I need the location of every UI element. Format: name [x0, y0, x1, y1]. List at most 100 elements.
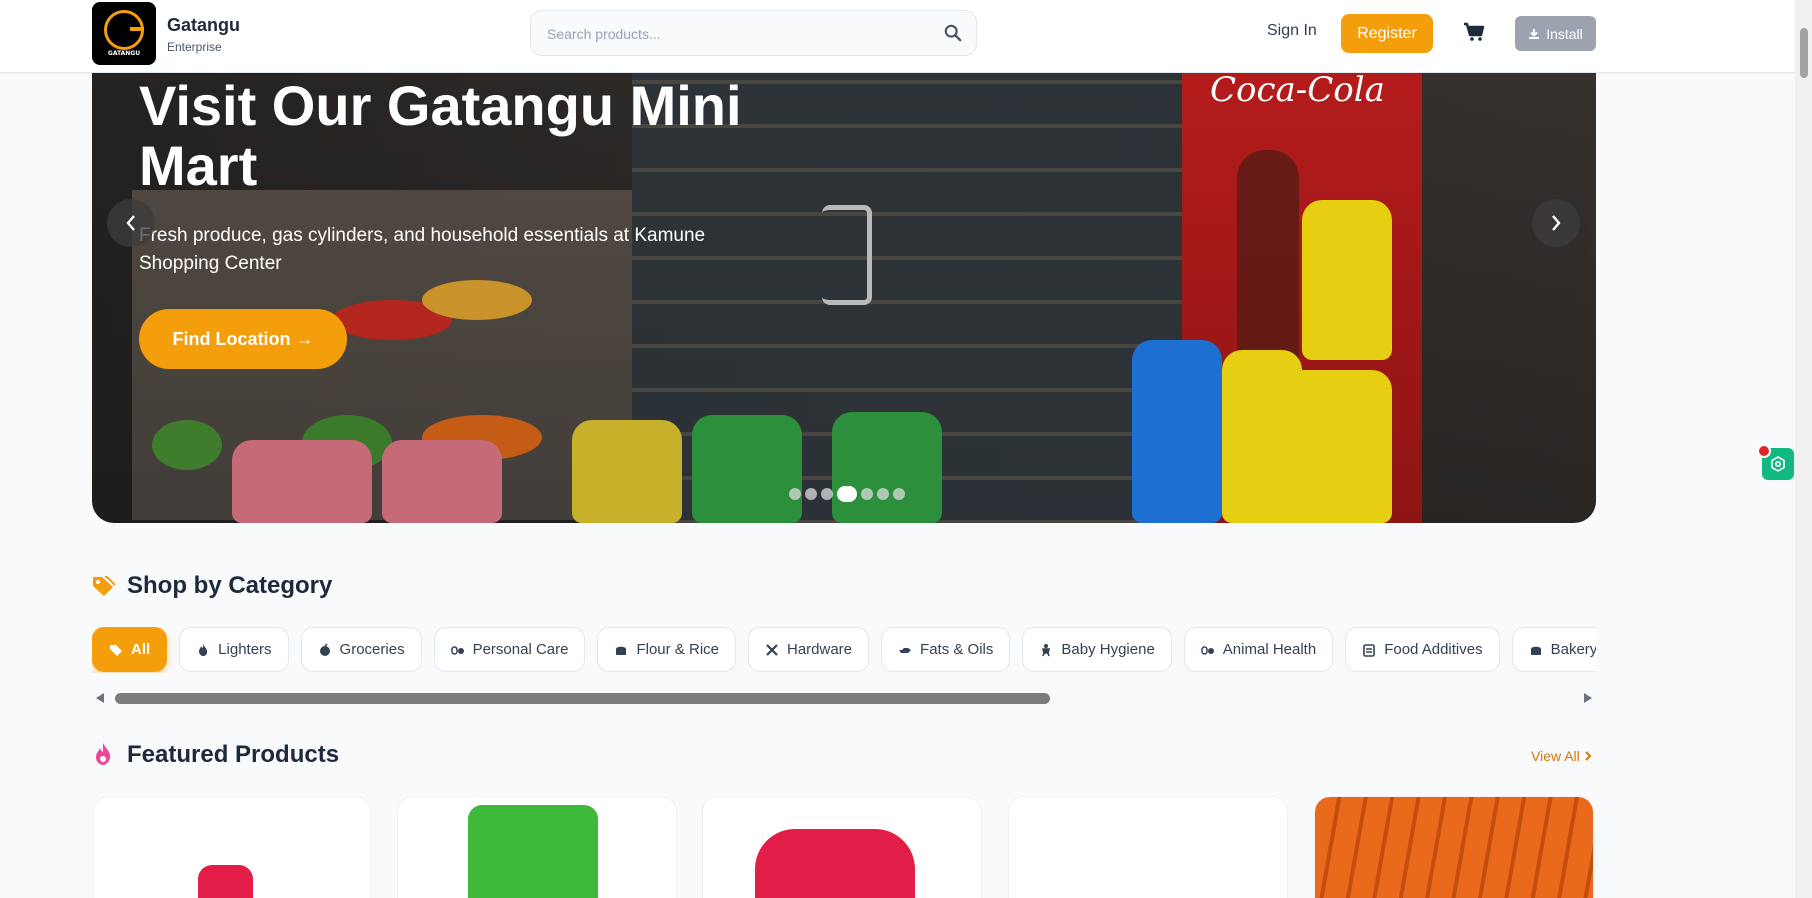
gas-cylinder-image — [1132, 340, 1222, 523]
watermelon-image — [152, 420, 222, 470]
page-scrollbar[interactable] — [1795, 0, 1812, 898]
top-header: GATANGU Gatangu Enterprise Sign In Regis… — [0, 0, 1795, 73]
product-card[interactable] — [92, 796, 372, 898]
category-chip-label: Flour & Rice — [636, 641, 719, 658]
fridge-handle-image — [822, 205, 872, 305]
download-icon — [1529, 28, 1540, 39]
gas-cylinder-image — [1302, 200, 1392, 360]
category-chip-label: Bakery — [1550, 641, 1596, 658]
product-image — [755, 829, 915, 898]
chevron-right-icon — [1585, 751, 1592, 761]
page-scroll-thumb[interactable] — [1800, 28, 1808, 78]
product-card[interactable] — [397, 796, 677, 898]
gas-cylinder-image — [572, 420, 682, 523]
carousel-dot[interactable] — [805, 488, 817, 500]
fire-icon — [199, 643, 208, 656]
sign-in-link[interactable]: Sign In — [1267, 22, 1317, 40]
gas-cylinder-image — [232, 440, 372, 523]
category-scrollbar[interactable] — [92, 690, 1596, 706]
carousel-dot[interactable] — [877, 488, 889, 500]
category-chip-label: Personal Care — [472, 641, 569, 658]
category-chip-all[interactable]: All — [92, 627, 168, 672]
search-input[interactable] — [547, 23, 927, 45]
category-chip[interactable]: Animal Health — [1183, 627, 1334, 672]
clipboard-icon — [1363, 643, 1375, 657]
category-chip-label: All — [131, 641, 151, 658]
install-label: Install — [1546, 25, 1583, 42]
register-button[interactable]: Register — [1341, 14, 1433, 53]
chevron-left-icon — [126, 215, 135, 231]
notification-dot — [1757, 444, 1771, 458]
shop-by-category-title: Shop by Category — [127, 572, 333, 599]
flame-icon — [96, 743, 111, 765]
category-chip[interactable]: Personal Care — [433, 627, 586, 672]
gas-cylinder-image — [1282, 370, 1392, 523]
cola-sign: Coca-Cola — [1210, 70, 1385, 110]
category-chip-label: Food Additives — [1384, 641, 1483, 658]
tools-icon — [766, 643, 778, 656]
category-chip[interactable]: Baby Hygiene — [1022, 627, 1172, 672]
tags-icon — [93, 576, 116, 596]
category-chip[interactable]: Food Additives — [1345, 627, 1500, 672]
logo-text: GATANGU — [107, 50, 141, 57]
tags-icon — [110, 644, 122, 656]
product-card[interactable] — [1008, 796, 1288, 898]
baby-icon — [1042, 643, 1051, 656]
logo-g-mark — [104, 9, 144, 50]
category-chip-label: Animal Health — [1222, 641, 1317, 658]
search-bar — [530, 10, 977, 56]
find-location-button[interactable]: Find Location → — [139, 309, 347, 369]
carousel-dot[interactable] — [893, 488, 905, 500]
product-image — [1315, 797, 1593, 898]
product-image — [198, 865, 253, 898]
pills-icon — [1201, 645, 1214, 655]
gas-cylinder-image — [832, 412, 942, 523]
bread-icon — [1530, 646, 1541, 655]
category-chip-label: Lighters — [218, 641, 272, 658]
carousel-dots — [789, 486, 905, 502]
scroll-right-arrow[interactable] — [1584, 693, 1592, 703]
category-chip-label: Groceries — [339, 641, 405, 658]
pills-icon — [450, 645, 464, 655]
category-chip-label: Hardware — [787, 641, 853, 658]
category-chip[interactable]: Fats & Oils — [881, 627, 1011, 672]
category-chip[interactable]: Groceries — [300, 627, 422, 672]
gas-cylinder-image — [382, 440, 502, 523]
brand-name[interactable]: Gatangu — [167, 15, 240, 36]
hero-title: Visit Our Gatangu Mini Mart — [139, 74, 742, 197]
view-all-link[interactable]: View All — [1531, 748, 1592, 764]
orange-image — [422, 280, 532, 320]
oil-can-icon — [899, 647, 912, 653]
category-chip[interactable]: Lighters — [179, 627, 289, 672]
hero-subtitle: Fresh produce, gas cylinders, and househ… — [139, 225, 706, 274]
category-chip-list: All Lighters Groceries Personal Care Flour &… — [92, 627, 1596, 673]
carousel-dot[interactable] — [789, 488, 801, 500]
gas-cylinder-image — [692, 415, 802, 523]
view-all-label: View All — [1531, 748, 1580, 764]
chevron-right-icon — [1552, 215, 1561, 231]
category-chip[interactable]: Bakery — [1511, 627, 1596, 672]
cart-icon[interactable] — [1463, 22, 1485, 42]
carousel-dot[interactable] — [821, 488, 833, 500]
category-chip-label: Baby Hygiene — [1061, 641, 1155, 658]
category-chip-label: Fats & Oils — [920, 641, 994, 658]
brand-logo[interactable]: GATANGU — [92, 2, 156, 65]
scroll-left-arrow[interactable] — [96, 693, 104, 703]
product-image — [468, 805, 598, 898]
category-chip[interactable]: Flour & Rice — [597, 627, 736, 672]
install-button[interactable]: Install — [1515, 16, 1596, 51]
scroll-thumb[interactable] — [115, 693, 1050, 704]
product-card[interactable] — [1314, 796, 1594, 898]
apple-icon — [319, 642, 330, 656]
carousel-prev-button[interactable] — [107, 199, 155, 247]
carousel-dot[interactable] — [861, 488, 873, 500]
category-chip[interactable]: Hardware — [748, 627, 870, 672]
search-icon[interactable] — [944, 24, 962, 42]
widget-icon — [1771, 456, 1785, 472]
bread-icon — [616, 646, 627, 655]
featured-product-grid — [92, 796, 1596, 898]
carousel-dot[interactable] — [837, 486, 857, 502]
featured-products-title: Featured Products — [127, 741, 340, 768]
product-card[interactable] — [702, 796, 982, 898]
carousel-next-button[interactable] — [1532, 199, 1580, 247]
